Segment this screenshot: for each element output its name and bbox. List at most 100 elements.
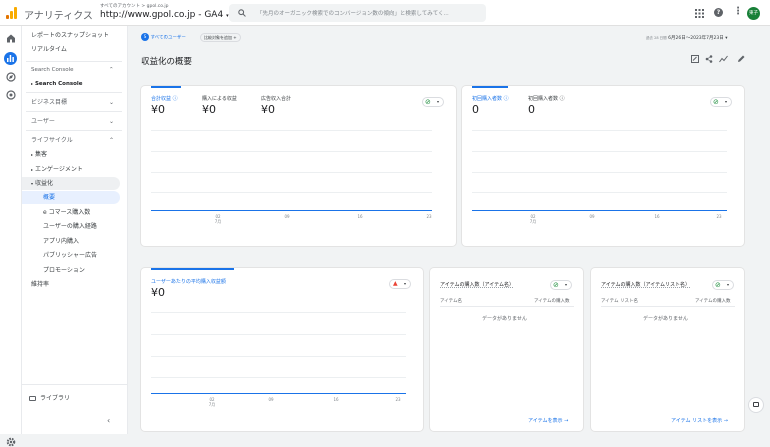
x-tick: 09 xyxy=(589,214,595,219)
add-comparison-button[interactable]: 比較対象を追加 + xyxy=(200,33,241,42)
sidebar-item-publisher-ads[interactable]: パブリッシャー広告 xyxy=(22,249,120,262)
sidebar-item-retention[interactable]: 維持率 xyxy=(22,278,120,291)
segment-chip[interactable]: S すべてのユーザー xyxy=(141,33,186,42)
breadcrumb[interactable]: すべてのアカウント > gpol.co.jp xyxy=(100,3,168,9)
edit-pencil-icon[interactable] xyxy=(737,55,745,63)
chevron-down-icon: ▾ xyxy=(404,281,407,286)
date-range-picker[interactable]: 過去 28 日間 6月26日～2023年7月23日 ▾ xyxy=(646,35,727,41)
left-rail xyxy=(0,26,22,447)
sidebar-section-lifecycle[interactable]: ライフサイクル ⌃ xyxy=(22,134,120,147)
x-tick: 16 xyxy=(333,397,339,402)
chevron-down-icon: ⌄ xyxy=(109,118,115,125)
metric-tab-first-purchasers[interactable]: 初回購入者数 ⓘ xyxy=(472,95,509,102)
gridline xyxy=(472,130,727,131)
avatar[interactable]: 東子 xyxy=(747,7,760,20)
metric-tab-total-revenue[interactable]: 合計収益 ⓘ xyxy=(151,95,178,102)
property-selector[interactable]: http://www.gpol.co.jp - GA4 ▾ xyxy=(100,10,229,20)
avg-revenue-card: ユーザーあたりの平均購入収益額 ¥0 ▲ ▾ 02 7月 09 16 23 xyxy=(141,268,423,431)
check-circle-icon: ⊘ xyxy=(425,98,431,106)
sidebar-item-snapshot[interactable]: レポートのスナップショット xyxy=(22,29,120,42)
reports-icon[interactable] xyxy=(4,52,17,65)
sidebar-section-user[interactable]: ユーザー ⌄ xyxy=(22,115,120,128)
settings-gear-icon[interactable] xyxy=(6,437,16,447)
explore-icon[interactable] xyxy=(6,72,16,82)
sidebar-item-acquisition[interactable]: ▸ 集客 xyxy=(22,148,120,161)
x-tick: 02 7月 xyxy=(208,397,216,407)
sidebar-section-search-console[interactable]: Search Console ⌃ xyxy=(22,64,120,77)
customize-report-icon[interactable] xyxy=(691,55,699,63)
view-item-lists-link[interactable]: アイテム リストを表示 → xyxy=(671,417,728,424)
feedback-button[interactable] xyxy=(749,398,763,412)
warning-triangle-icon: ▲ xyxy=(393,280,398,287)
home-icon[interactable] xyxy=(6,34,16,43)
active-tab-indicator xyxy=(151,86,181,88)
chevron-up-icon: ⌃ xyxy=(109,67,114,73)
metric-value: 0 xyxy=(528,103,535,116)
metric-value: 0 xyxy=(472,103,479,116)
sidebar-item-engagement[interactable]: ▸ エンゲージメント xyxy=(22,163,120,176)
search-icon xyxy=(238,9,246,17)
status-menu-button[interactable]: ⊘ ▾ xyxy=(712,280,734,290)
divider xyxy=(440,306,574,307)
library-link[interactable]: ライブラリ xyxy=(29,393,70,402)
sidebar-item-in-app-purchases[interactable]: アプリ内購入 xyxy=(22,235,120,248)
check-circle-icon: ⊘ xyxy=(715,281,721,289)
sidebar-item-overview[interactable]: 概要 xyxy=(22,191,120,204)
metric-tab-purchase-revenue[interactable]: 購入による収益 xyxy=(202,95,237,102)
status-menu-button[interactable]: ⊘ ▾ xyxy=(550,280,572,290)
warning-menu-button[interactable]: ▲ ▾ xyxy=(389,279,411,289)
sidebar-item-purchase-journey[interactable]: ユーザーの購入経路 xyxy=(22,220,120,233)
view-items-link[interactable]: アイテムを表示 → xyxy=(528,417,568,424)
sidebar-item-ecommerce[interactable]: e コマース購入数 xyxy=(22,206,120,219)
chevron-down-icon: ⌄ xyxy=(109,99,115,106)
zero-series-line xyxy=(151,393,406,394)
gridline xyxy=(472,172,727,173)
check-circle-icon: ⊘ xyxy=(713,98,719,106)
chevron-down-icon: ▾ xyxy=(31,181,34,186)
sidebar-item-promotions[interactable]: プロモーション xyxy=(22,264,120,277)
status-menu-button[interactable]: ⊘ ▾ xyxy=(422,97,444,107)
metric-tab-first-purchasers-2[interactable]: 初回購入者数 ⓘ xyxy=(528,95,565,102)
share-icon[interactable] xyxy=(705,55,713,63)
apps-grid-icon[interactable] xyxy=(695,9,704,18)
insights-icon[interactable] xyxy=(719,55,728,63)
analytics-logo[interactable] xyxy=(6,7,17,19)
metric-tab-avg-revenue[interactable]: ユーザーあたりの平均購入収益額 xyxy=(151,278,226,285)
search-box[interactable]: 「先月のオーガニック検索でのコンバージョン数の傾向」と検索してみてく... xyxy=(229,4,486,22)
search-placeholder: 「先月のオーガニック検索でのコンバージョン数の傾向」と検索してみてく... xyxy=(257,11,449,17)
metric-tab-ad-revenue[interactable]: 広告収入合計 xyxy=(261,95,291,102)
advertising-icon[interactable] xyxy=(6,90,16,100)
divider xyxy=(26,130,122,131)
divider xyxy=(601,306,735,307)
chevron-right-icon: ▸ xyxy=(31,81,34,86)
zero-series-line xyxy=(472,210,727,211)
chevron-down-icon: ▾ xyxy=(565,282,568,287)
gridline xyxy=(151,356,406,357)
card-title: アイテムの購入数（アイテムリスト名） xyxy=(601,282,691,288)
help-circle-icon: ⓘ xyxy=(172,96,178,102)
x-tick: 23 xyxy=(716,214,722,219)
collapse-chevron-icon[interactable]: ‹ xyxy=(107,416,110,425)
x-tick: 16 xyxy=(357,214,363,219)
active-tab-indicator xyxy=(151,268,234,270)
help-circle-icon: ⓘ xyxy=(559,96,565,102)
status-menu-button[interactable]: ⊘ ▾ xyxy=(710,97,732,107)
x-tick: 02 7月 xyxy=(529,214,537,224)
item-list-purchases-card: アイテムの購入数（アイテムリスト名） ⊘ ▾ アイテム リスト名 アイテムの購入… xyxy=(591,268,744,431)
gridline xyxy=(151,312,406,313)
gridline xyxy=(472,192,727,193)
more-vert-icon[interactable]: ⋮ xyxy=(733,6,743,17)
column-header: アイテム名 xyxy=(440,299,463,304)
metric-value: ¥0 xyxy=(151,286,165,299)
gridline xyxy=(151,192,432,193)
divider xyxy=(26,61,122,62)
sidebar-section-business-goals[interactable]: ビジネス目標 ⌄ xyxy=(22,96,120,109)
help-circle-icon: ⓘ xyxy=(503,96,509,102)
chevron-down-icon: ▾ xyxy=(725,99,728,104)
gridline xyxy=(151,334,406,335)
sidebar-item-realtime[interactable]: リアルタイム xyxy=(22,43,120,56)
chevron-right-icon: ▸ xyxy=(31,152,34,157)
help-icon[interactable]: ? xyxy=(714,8,723,17)
sidebar-item-search-console[interactable]: ▸ Search Console xyxy=(22,77,120,90)
sidebar-item-monetization[interactable]: ▾ 収益化 xyxy=(22,177,120,190)
